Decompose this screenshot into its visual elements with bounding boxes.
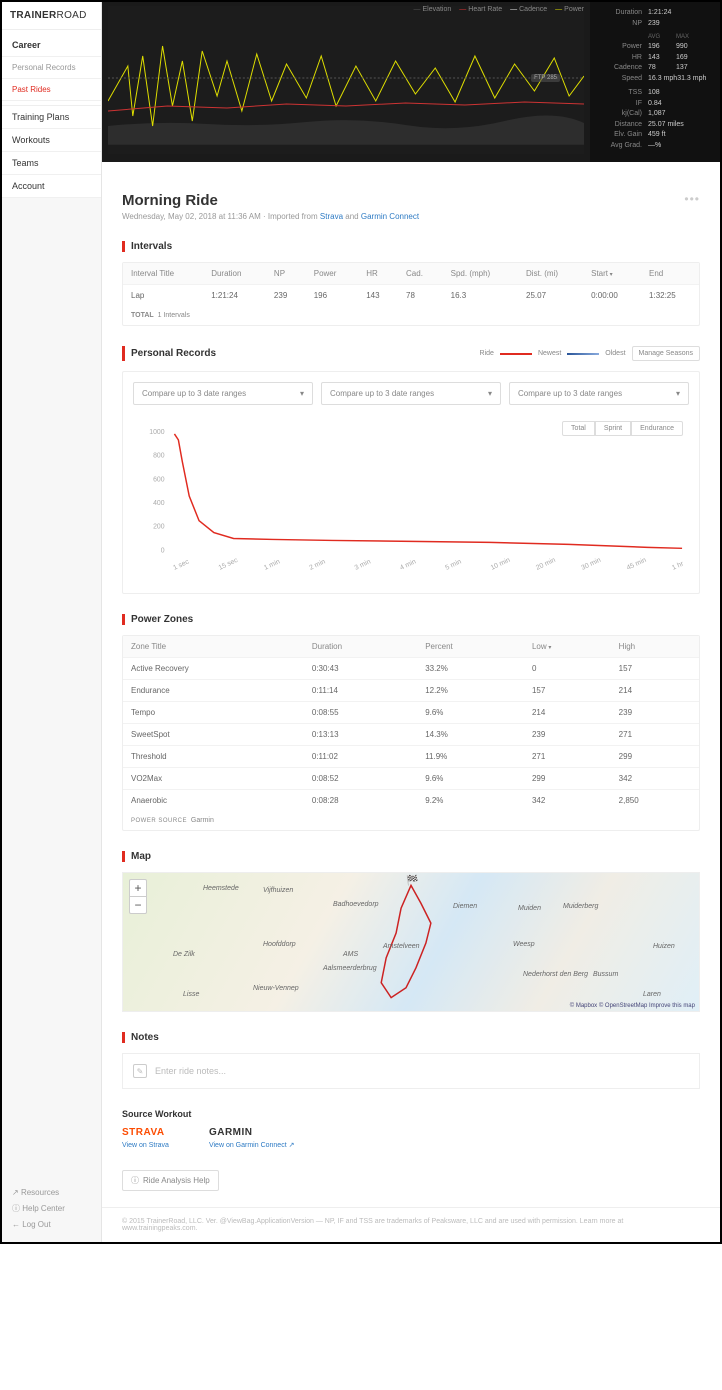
nav-training-plans[interactable]: Training Plans xyxy=(2,106,101,129)
map[interactable]: + − 🏁 HeemstedeVijfhuizenBadhoevedorpDie… xyxy=(122,872,700,1012)
table-row[interactable]: Threshold0:11:0211.9%271299 xyxy=(123,746,699,768)
date-range-dropdown-2[interactable]: Compare up to 3 date ranges▾ xyxy=(321,382,501,405)
notes-input[interactable]: ✎ Enter ride notes... xyxy=(122,1053,700,1089)
subtitle: Wednesday, May 02, 2018 at 11:36 AM · Im… xyxy=(122,212,419,221)
svg-text:4 min: 4 min xyxy=(399,558,417,572)
ride-chart[interactable] xyxy=(108,6,584,154)
svg-text:1000: 1000 xyxy=(149,429,164,436)
intervals-heading: Intervals xyxy=(122,241,700,252)
nav-account[interactable]: Account xyxy=(2,175,101,198)
svg-text:5 min: 5 min xyxy=(444,558,462,572)
svg-text:15 sec: 15 sec xyxy=(218,557,240,572)
nav-past-rides[interactable]: Past Rides xyxy=(2,79,101,101)
zones-heading: Power Zones xyxy=(122,614,700,625)
table-row[interactable]: Active Recovery0:30:4333.2%0157 xyxy=(123,658,699,680)
pr-heading: Personal Records Ride Newest Oldest Mana… xyxy=(122,346,700,361)
svg-text:600: 600 xyxy=(153,476,165,483)
table-row[interactable]: VO2Max0:08:529.6%299342 xyxy=(123,768,699,790)
svg-text:1 sec: 1 sec xyxy=(172,558,190,572)
logo: TRAINERROAD xyxy=(2,2,101,30)
date-range-dropdown-3[interactable]: Compare up to 3 date ranges▾ xyxy=(509,382,689,405)
ftp-badge: FTP 285 xyxy=(531,74,560,82)
tab-sprint[interactable]: Sprint xyxy=(595,421,631,436)
stats-panel: Duration1:21:24 NP239 AVGMAX Power196990… xyxy=(590,2,720,162)
notes-heading: Notes xyxy=(122,1032,700,1043)
svg-text:1 min: 1 min xyxy=(263,558,281,572)
tab-endurance[interactable]: Endurance xyxy=(631,421,683,436)
strava-link[interactable]: Strava xyxy=(320,212,343,221)
garmin-link[interactable]: Garmin Connect xyxy=(361,212,419,221)
nav-teams[interactable]: Teams xyxy=(2,152,101,175)
chevron-down-icon: ▾ xyxy=(676,389,680,398)
help-icon: ⓘ xyxy=(131,1175,139,1186)
sidebar-help[interactable]: ⓘ Help Center xyxy=(12,1200,91,1217)
svg-text:2 min: 2 min xyxy=(308,558,326,572)
svg-text:200: 200 xyxy=(153,524,165,531)
more-menu-icon[interactable]: ••• xyxy=(684,192,700,206)
garmin-brand: GARMIN xyxy=(209,1127,295,1138)
ride-analysis-help-button[interactable]: ⓘRide Analysis Help xyxy=(122,1170,219,1191)
svg-text:1 hr: 1 hr xyxy=(671,560,685,572)
manage-seasons-button[interactable]: Manage Seasons xyxy=(632,346,700,361)
map-attribution: © Mapbox © OpenStreetMap Improve this ma… xyxy=(570,1003,695,1009)
tab-total[interactable]: Total xyxy=(562,421,595,436)
svg-text:10 min: 10 min xyxy=(490,557,512,572)
view-on-strava-link[interactable]: View on Strava xyxy=(122,1142,169,1149)
sidebar: TRAINERROAD Career Personal Records Past… xyxy=(2,2,102,1242)
date-range-dropdown-1[interactable]: Compare up to 3 date ranges▾ xyxy=(133,382,313,405)
chevron-down-icon: ▾ xyxy=(488,389,492,398)
footer: © 2015 TrainerRoad, LLC. Ver. @ViewBag.A… xyxy=(102,1207,720,1242)
sidebar-resources[interactable]: ↗ Resources xyxy=(12,1185,91,1200)
edit-icon: ✎ xyxy=(133,1064,147,1078)
table-row[interactable]: Lap1:21:242391961437816.325.070:00:001:3… xyxy=(123,285,699,307)
chart-legend: Elevation Heart Rate Cadence Power xyxy=(413,6,584,13)
view-on-garmin-link[interactable]: View on Garmin Connect ↗ xyxy=(209,1142,295,1149)
intervals-table: Interval TitleDurationNPPowerHRCad.Spd. … xyxy=(123,263,699,306)
svg-text:20 min: 20 min xyxy=(535,557,557,572)
sidebar-logout[interactable]: ← Log Out xyxy=(12,1217,91,1232)
svg-text:800: 800 xyxy=(153,453,165,460)
nav-personal-records[interactable]: Personal Records xyxy=(2,57,101,79)
svg-text:3 min: 3 min xyxy=(354,558,372,572)
ride-chart-panel: Elevation Heart Rate Cadence Power FTP 2… xyxy=(102,2,720,162)
svg-text:0: 0 xyxy=(161,547,165,554)
source-heading: Source Workout xyxy=(122,1109,700,1119)
svg-text:400: 400 xyxy=(153,500,165,507)
map-heading: Map xyxy=(122,851,700,862)
zones-table: Zone TitleDurationPercentLowHigh Active … xyxy=(123,636,699,811)
table-row[interactable]: SweetSpot0:13:1314.3%239271 xyxy=(123,724,699,746)
svg-text:🏁: 🏁 xyxy=(406,874,418,886)
table-row[interactable]: Endurance0:11:1412.2%157214 xyxy=(123,680,699,702)
nav-workouts[interactable]: Workouts xyxy=(2,129,101,152)
nav-career[interactable]: Career xyxy=(2,34,101,57)
svg-text:45 min: 45 min xyxy=(626,557,648,572)
svg-text:30 min: 30 min xyxy=(580,557,602,572)
strava-brand: STRAVA xyxy=(122,1127,169,1138)
chevron-down-icon: ▾ xyxy=(300,389,304,398)
table-row[interactable]: Tempo0:08:559.6%214239 xyxy=(123,702,699,724)
page-title: Morning Ride xyxy=(122,192,419,209)
table-row[interactable]: Anaerobic0:08:289.2%3422,850 xyxy=(123,790,699,812)
pr-chart[interactable]: 1000 800 600 400 200 0 1 sec 15 sec 1 min 2 min 3… xyxy=(135,421,687,581)
